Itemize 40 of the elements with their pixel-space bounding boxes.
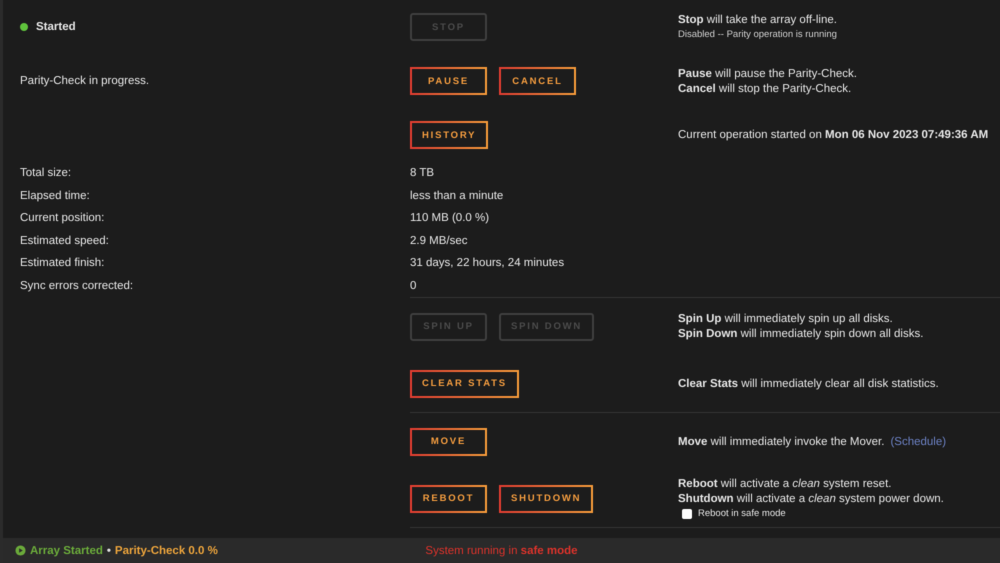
array-status: Array Started [30, 544, 103, 556]
safe-mode-message: System running in safe mode [425, 544, 578, 556]
description-text: Stop will take the array off-line. [678, 14, 838, 26]
description-text: Cancel will stop the Parity-Check. [678, 82, 852, 94]
stat-value: 31 days, 22 hours, 24 minutes [410, 257, 566, 270]
description-text: Reboot will activate a clean system reset. [678, 478, 892, 490]
stat-value: 2.9 MB/sec [410, 234, 469, 247]
stat-label: Sync errors corrected: [19, 280, 134, 292]
schedule-link[interactable]: (Schedule) [890, 436, 946, 448]
action-button[interactable]: PAUSE [410, 67, 487, 95]
action-button[interactable]: HISTORY [410, 121, 488, 149]
stat-value: less than a minute [410, 190, 504, 202]
stat-value: 0 [410, 280, 418, 292]
stat-label: Estimated speed: [19, 234, 110, 247]
status-label: Parity-Check in progress. [20, 75, 150, 87]
description-text: Clear Stats will immediately clear all disk statistics. [678, 378, 939, 390]
stat-label: Elapsed time: [19, 190, 91, 202]
action-button[interactable]: SHUTDOWN [499, 484, 594, 512]
action-button[interactable]: REBOOT [410, 484, 487, 512]
description-text: Move will immediately invoke the Mover. [678, 436, 884, 448]
action-button[interactable]: CLEAR STATS [410, 370, 519, 398]
checkbox-label: Reboot in safe mode [698, 508, 786, 519]
stat-label: Current position: [19, 212, 106, 224]
status-label: Started [36, 21, 76, 33]
checkbox[interactable] [682, 508, 692, 518]
parity-status: Parity-Check 0.0 % [114, 544, 218, 556]
stat-value: 8 TB [410, 167, 436, 180]
stat-label: Estimated finish: [19, 257, 106, 270]
description-text: Spin Down will immediately spin down all disks. [678, 328, 924, 340]
action-button[interactable]: CANCEL [499, 67, 576, 95]
disabled-note: Disabled -- Parity operation is running [678, 29, 838, 40]
description-text: Current operation started on Mon 06 Nov 2023 07:49:36 AM [678, 129, 990, 141]
description-text: Pause will pause the Parity-Check. [678, 68, 858, 80]
action-button[interactable]: MOVE [410, 428, 487, 456]
stat-value: 110 MB (0.0 %) [410, 212, 490, 224]
separator-text: • [106, 544, 111, 556]
play-icon [15, 545, 26, 556]
stat-label: Total size: [19, 167, 72, 180]
description-text: Spin Up will immediately spin up all disks. [678, 313, 893, 325]
description-text: Shutdown will activate a clean system power down. [678, 493, 944, 505]
